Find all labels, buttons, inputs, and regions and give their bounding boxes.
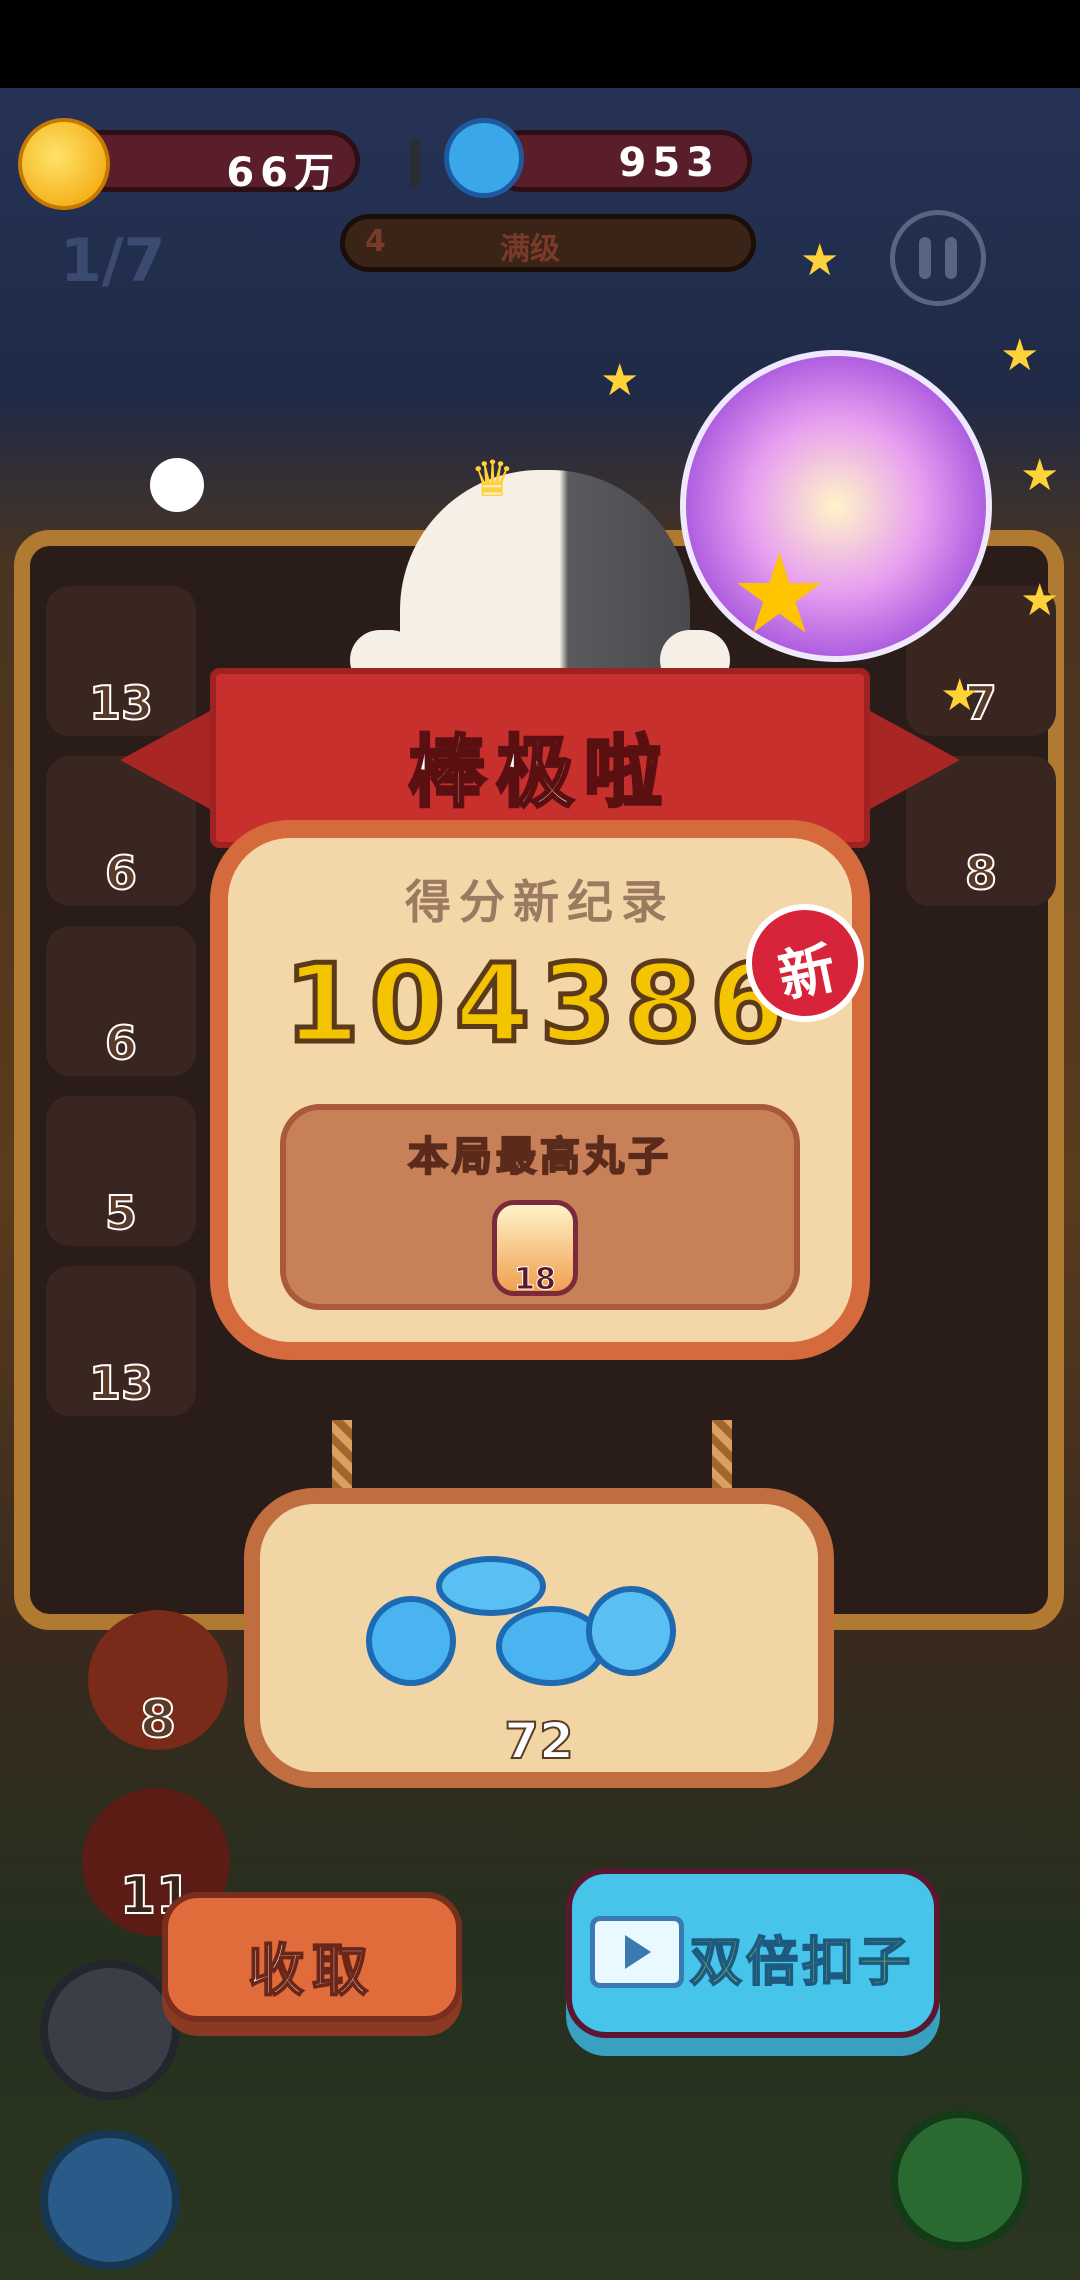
star-icon: ★ (1020, 450, 1060, 501)
best-ball-value: 18 (514, 1262, 557, 1298)
undo-button[interactable] (40, 2130, 180, 2270)
header-divider (410, 140, 420, 188)
pause-button[interactable] (890, 210, 986, 306)
tile-value: 6 (104, 1015, 138, 1071)
crown-icon: ♛ (470, 450, 515, 508)
level-status: 满级 (500, 232, 560, 267)
coin-count: 66万 (226, 150, 340, 196)
cube-button[interactable] (40, 1960, 180, 2100)
moves-counter: 1/7 (60, 226, 166, 296)
drop-button[interactable] (890, 2110, 1030, 2250)
best-ball-label: 本局最高丸子 (407, 1133, 672, 1181)
collect-button[interactable]: 收取 (162, 1892, 462, 2022)
star-icon: ★ (600, 355, 640, 406)
tile: 6 (46, 926, 196, 1076)
star-icon: ★ (1000, 330, 1040, 381)
level-number: 4 (365, 224, 386, 259)
button-count: 953 (618, 140, 720, 186)
star-icon: ★ (1020, 575, 1060, 626)
tile-value: 5 (104, 1185, 138, 1241)
tile-value: 8 (964, 845, 998, 901)
coin-icon (18, 118, 110, 210)
double-reward-button[interactable]: 双倍扣子 (566, 1868, 940, 2038)
star-burst (680, 350, 992, 662)
big-star-icon: ★ (730, 530, 829, 658)
reward-amount: 72 (503, 1711, 575, 1771)
tile: 5 (46, 1096, 196, 1246)
touch-indicator (150, 458, 204, 512)
queue-value: 8 (139, 1689, 177, 1751)
video-icon (590, 1916, 684, 1988)
double-button-label: 双倍扣子 (689, 1932, 915, 1994)
status-bar (0, 0, 1080, 88)
tile: 13 (46, 1266, 196, 1416)
tile-value: 13 (88, 1355, 154, 1411)
collect-button-label: 收取 (247, 1938, 376, 2005)
blue-button-icon (444, 118, 524, 198)
tile-value: 6 (104, 845, 138, 901)
star-icon: ★ (800, 235, 840, 286)
blue-buttons-pile-icon (366, 1556, 706, 1696)
dialog-title: 棒极啦 (406, 727, 672, 820)
